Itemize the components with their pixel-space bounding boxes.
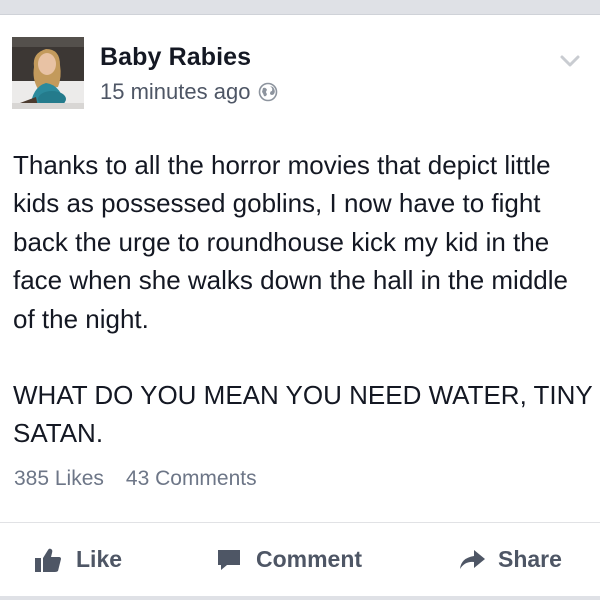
- post-timestamp[interactable]: 15 minutes ago: [100, 79, 250, 105]
- speech-bubble-icon: [216, 548, 242, 572]
- author-name[interactable]: Baby Rabies: [100, 43, 251, 72]
- post-text: Thanks to all the horror movies that dep…: [13, 146, 593, 453]
- screenshot-frame: Baby Rabies 15 minutes ago Thanks to all…: [0, 0, 600, 600]
- share-button[interactable]: Share: [458, 523, 562, 596]
- action-bar: Like Comment Share: [0, 522, 600, 596]
- post-meta: 15 minutes ago: [100, 79, 278, 105]
- post-paragraph: WHAT DO YOU MEAN YOU NEED WATER, TINY SA…: [13, 380, 600, 449]
- author-avatar[interactable]: [12, 37, 84, 109]
- likes-count[interactable]: 385 Likes: [14, 467, 104, 491]
- post-header: Baby Rabies 15 minutes ago: [12, 37, 588, 109]
- globe-icon: [258, 82, 278, 102]
- thumbs-up-icon: [34, 547, 62, 573]
- comments-count[interactable]: 43 Comments: [126, 467, 257, 491]
- like-button[interactable]: Like: [34, 523, 122, 596]
- post-stats: 385 Likes 43 Comments: [14, 467, 257, 491]
- facebook-post-card: Baby Rabies 15 minutes ago Thanks to all…: [0, 14, 600, 596]
- chevron-down-icon[interactable]: [558, 49, 582, 73]
- comment-label: Comment: [256, 546, 363, 572]
- comment-button[interactable]: Comment: [216, 523, 362, 596]
- share-arrow-icon: [458, 548, 486, 572]
- like-label: Like: [76, 546, 123, 572]
- share-label: Share: [498, 546, 562, 572]
- post-paragraph: Thanks to all the horror movies that dep…: [13, 150, 576, 334]
